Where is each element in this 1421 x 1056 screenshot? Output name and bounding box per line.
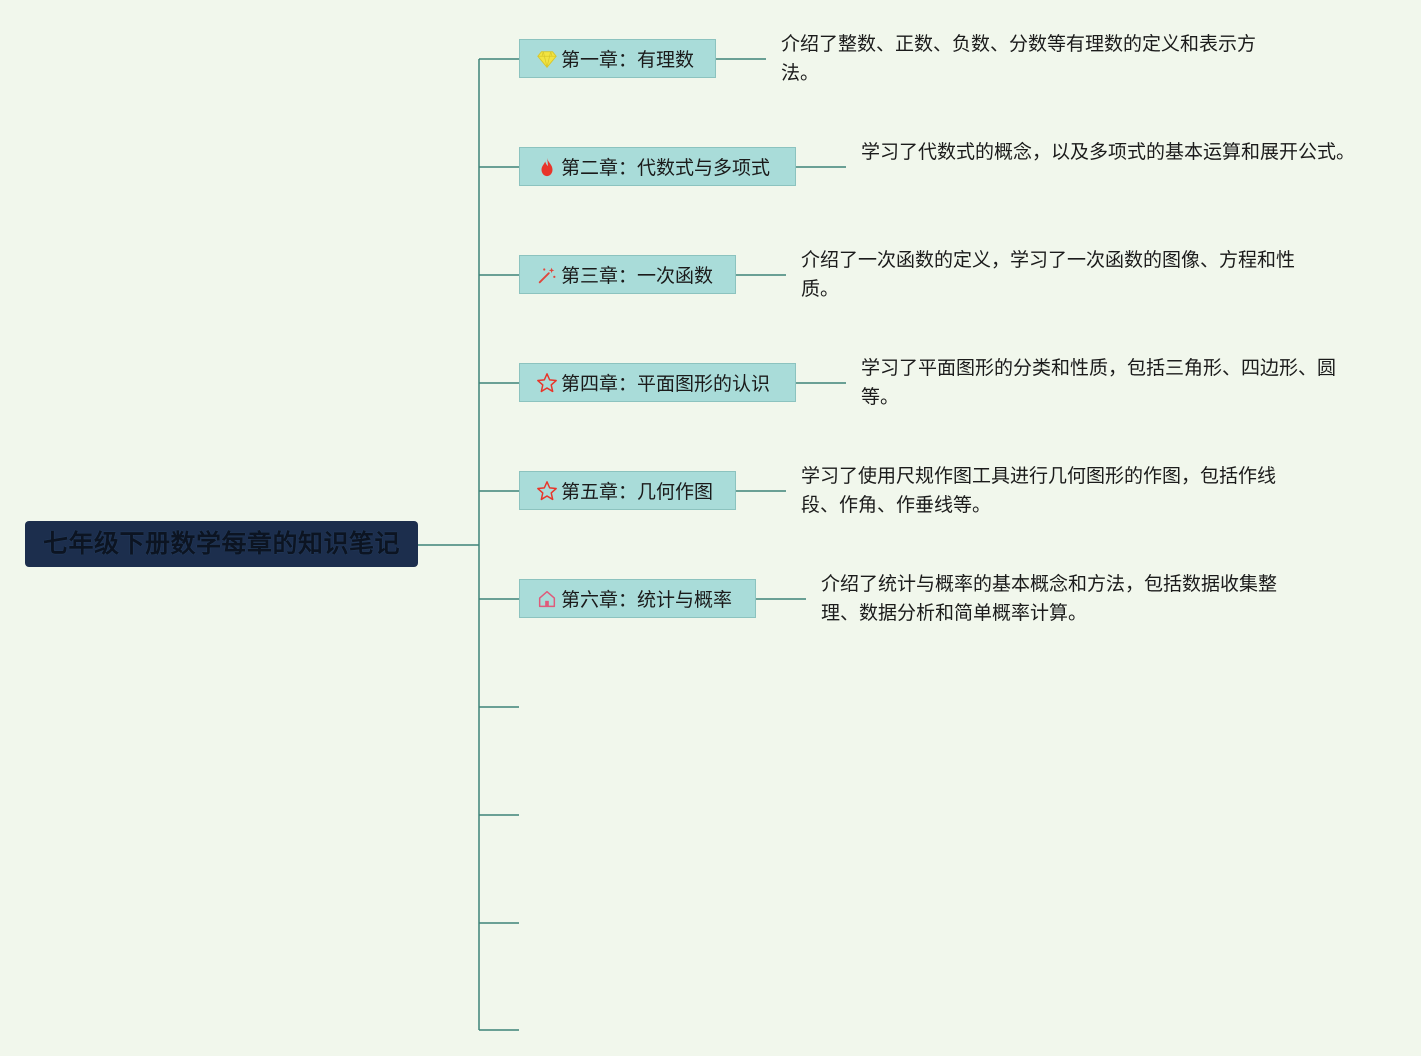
chapter-2-title: 第二章：代数式与多项式 xyxy=(561,157,771,179)
root-title: 七年级下册数学每章的知识笔记 xyxy=(42,529,400,558)
chapter-4-note: 学习了平面图形的分类和性质，包括三角形、四边形、圆等。 xyxy=(861,357,1337,408)
chapter-1-topic[interactable]: 第一章：有理数 xyxy=(519,39,716,78)
chapter-1-note: 介绍了整数、正数、负数、分数等有理数的定义和表示方法。 xyxy=(781,33,1257,84)
chapter-5-topic[interactable]: 第五章：几何作图 xyxy=(519,471,736,510)
fire-icon xyxy=(536,156,558,178)
chapter-4-title: 第四章：平面图形的认识 xyxy=(561,373,771,395)
diamond-icon xyxy=(536,48,558,70)
home-icon xyxy=(536,588,558,610)
star-icon xyxy=(536,480,558,502)
chapter-3-note: 介绍了一次函数的定义，学习了一次函数的图像、方程和性质。 xyxy=(801,249,1296,300)
chapter-2-note: 学习了代数式的概念，以及多项式的基本运算和展开公式。 xyxy=(861,141,1356,163)
chapter-6-note: 介绍了统计与概率的基本概念和方法，包括数据收集整理、数据分析和简单概率计算。 xyxy=(821,573,1278,624)
chapter-6-title: 第六章：统计与概率 xyxy=(561,589,733,611)
magic-wand-icon xyxy=(536,264,558,286)
chapter-5-note: 学习了使用尺规作图工具进行几何图形的作图，包括作线段、作角、作垂线等。 xyxy=(801,465,1277,516)
root-topic[interactable]: 七年级下册数学每章的知识笔记 xyxy=(25,521,418,567)
chapter-3-title: 第三章：一次函数 xyxy=(561,265,714,287)
chapter-5-title: 第五章：几何作图 xyxy=(561,481,714,503)
star-icon xyxy=(536,372,558,394)
chapter-1-title: 第一章：有理数 xyxy=(561,49,695,71)
chapter-6-topic[interactable]: 第六章：统计与概率 xyxy=(519,579,756,618)
chapter-4-topic[interactable]: 第四章：平面图形的认识 xyxy=(519,363,796,402)
chapter-3-topic[interactable]: 第三章：一次函数 xyxy=(519,255,736,294)
chapter-2-topic[interactable]: 第二章：代数式与多项式 xyxy=(519,147,796,186)
